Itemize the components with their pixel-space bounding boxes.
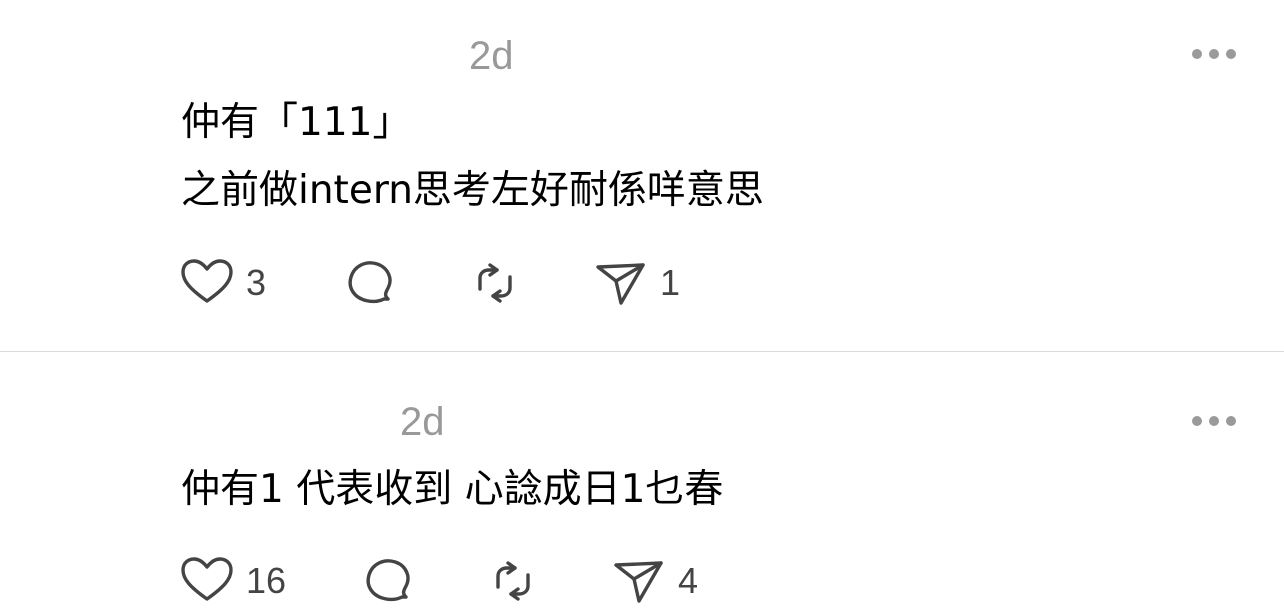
like-button[interactable]: 16 — [180, 555, 286, 607]
heart-icon — [181, 259, 233, 303]
repost-icon — [496, 561, 530, 601]
post-timestamp: 2d — [469, 34, 514, 78]
like-count: 3 — [246, 262, 267, 303]
share-button[interactable]: 4 — [612, 555, 698, 607]
post-text-line: 仲有「111」 — [181, 100, 412, 145]
heart-icon — [181, 557, 233, 601]
share-button[interactable]: 1 — [594, 257, 680, 309]
more-icon — [1192, 416, 1202, 426]
more-icon — [1192, 49, 1202, 59]
comment-icon — [366, 559, 410, 602]
like-button[interactable]: 3 — [180, 257, 266, 309]
post-text-line: 仲有1 代表收到 心諗成日1乜春 — [181, 467, 724, 512]
reply-button[interactable] — [362, 555, 416, 607]
more-options-button[interactable] — [1192, 413, 1236, 429]
post-timestamp: 2d — [400, 400, 445, 444]
send-icon — [614, 561, 663, 603]
post[interactable]: 2d 仲有1 代表收到 心諗成日1乜春 16 4 — [0, 352, 1284, 613]
repost-button[interactable] — [486, 555, 540, 607]
like-count: 16 — [246, 560, 287, 601]
repost-icon — [478, 263, 512, 303]
share-count: 4 — [678, 560, 699, 601]
post-text-line: 之前做intern思考左好耐係咩意思 — [181, 168, 764, 213]
reply-button[interactable] — [344, 257, 398, 309]
more-options-button[interactable] — [1192, 46, 1236, 62]
post[interactable]: 2d 仲有「111」 之前做intern思考左好耐係咩意思 3 1 — [0, 0, 1284, 351]
share-count: 1 — [660, 262, 681, 303]
comment-icon — [348, 261, 392, 304]
send-icon — [596, 263, 645, 305]
repost-button[interactable] — [468, 257, 522, 309]
